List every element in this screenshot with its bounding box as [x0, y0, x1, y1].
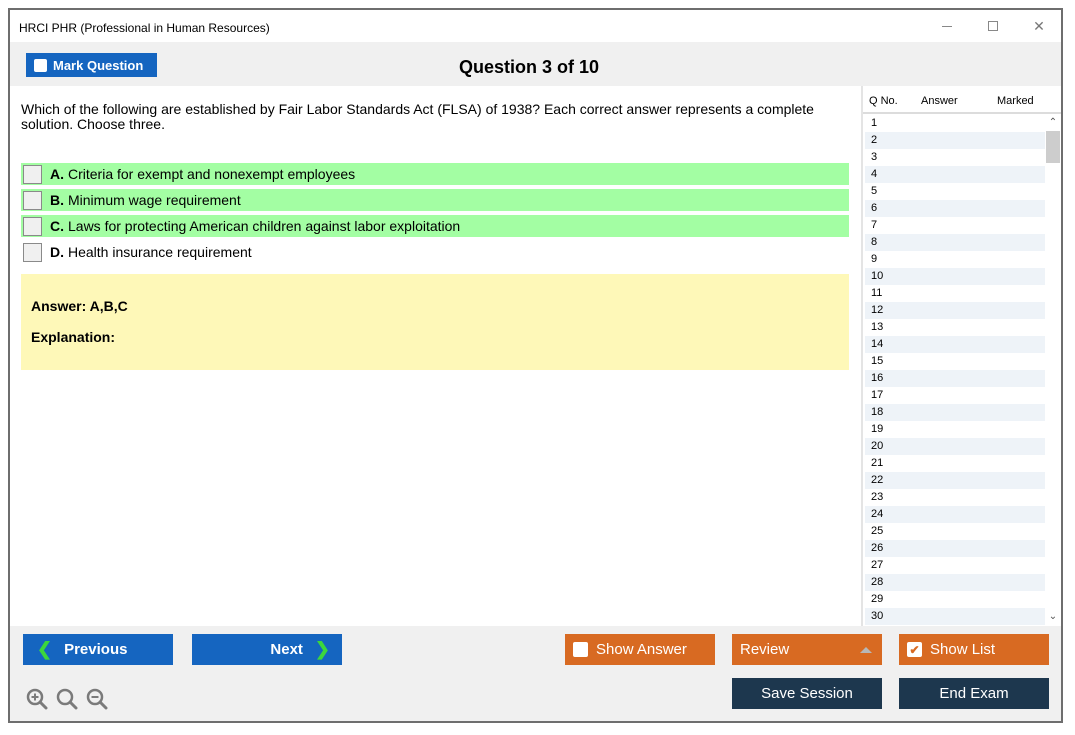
question-list-row[interactable]: 27 — [865, 557, 1045, 574]
question-text: Which of the following are established b… — [21, 101, 814, 132]
caret-up-icon — [860, 646, 872, 653]
question-list-row[interactable]: 14 — [865, 336, 1045, 353]
question-list-row[interactable]: 11 — [865, 285, 1045, 302]
chevron-left-icon: ❮ — [37, 639, 53, 659]
scroll-thumb[interactable] — [1046, 131, 1060, 163]
question-counter: Question 3 of 10 — [459, 57, 600, 77]
show-answer-label: Show Answer — [596, 641, 687, 658]
question-list-row[interactable]: 29 — [865, 591, 1045, 608]
show-answer-toggle[interactable]: Show Answer — [565, 634, 715, 665]
question-list-rows: 1 2 3 4 5 6 7 8 9 10 11 12 13 14 15 16 17 18 19 20 21 22 23 24 2… — [865, 115, 1045, 625]
scroll-down-arrow-icon[interactable]: ⌄ — [1045, 609, 1061, 625]
question-panel: Which of the following are established b… — [10, 86, 861, 626]
zoom-controls — [26, 688, 108, 710]
question-list-row[interactable]: 6 — [865, 200, 1045, 217]
option-text: Laws for protecting American children ag… — [68, 218, 461, 234]
save-session-label: Save Session — [761, 685, 853, 702]
zoom-in-icon[interactable] — [26, 688, 48, 710]
question-list-row[interactable]: 16 — [865, 370, 1045, 387]
question-list-row[interactable]: 4 — [865, 166, 1045, 183]
mark-question-button[interactable]: Mark Question — [26, 53, 157, 77]
zoom-out-icon[interactable] — [86, 688, 108, 710]
question-list-row[interactable]: 20 — [865, 438, 1045, 455]
question-list-row[interactable]: 25 — [865, 523, 1045, 540]
option-a-checkbox[interactable] — [23, 164, 42, 184]
question-list-row[interactable]: 10 — [865, 268, 1045, 285]
title-bar: HRCI PHR (Professional in Human Resource… — [10, 10, 1061, 42]
answer-label: Answer: A,B,C — [31, 298, 128, 314]
option-text: Minimum wage requirement — [68, 192, 241, 208]
question-list-row[interactable]: 3 — [865, 149, 1045, 166]
maximize-button[interactable] — [970, 14, 1016, 38]
show-list-label: Show List — [930, 641, 996, 658]
end-exam-button[interactable]: End Exam — [899, 678, 1049, 709]
minimize-button[interactable] — [924, 14, 970, 38]
option-letter: B. — [50, 192, 64, 208]
option-text: Health insurance requirement — [68, 244, 252, 260]
question-list-row[interactable]: 7 — [865, 217, 1045, 234]
mark-checkbox-icon — [34, 58, 47, 72]
review-label: Review — [740, 641, 790, 658]
show-list-checkbox-checked-icon: ✔ — [907, 642, 922, 657]
question-list-row[interactable]: 1 — [865, 115, 1045, 132]
question-list-row[interactable]: 19 — [865, 421, 1045, 438]
header-marked: Marked — [997, 95, 1034, 107]
chevron-right-icon: ❯ — [314, 639, 330, 659]
option-text: Criteria for exempt and nonexempt employ… — [68, 166, 356, 182]
question-list-row[interactable]: 30 — [865, 608, 1045, 625]
question-list-row[interactable]: 5 — [865, 183, 1045, 200]
question-list-row[interactable]: 21 — [865, 455, 1045, 472]
question-list-row[interactable]: 24 — [865, 506, 1045, 523]
header-answer: Answer — [921, 95, 958, 107]
review-dropdown[interactable]: Review — [732, 634, 882, 665]
question-list-row[interactable]: 17 — [865, 387, 1045, 404]
scroll-up-arrow-icon[interactable]: ⌃ — [1045, 115, 1061, 131]
next-label: Next — [270, 641, 303, 658]
previous-label: Previous — [64, 641, 128, 658]
option-letter: C. — [50, 218, 64, 234]
option-b[interactable]: B. Minimum wage requirement — [21, 189, 849, 211]
minimize-icon — [942, 25, 952, 27]
explanation-label: Explanation: — [31, 329, 116, 345]
question-list-row[interactable]: 23 — [865, 489, 1045, 506]
mark-question-label: Mark Question — [53, 57, 144, 73]
question-list-row[interactable]: 13 — [865, 319, 1045, 336]
option-c-checkbox[interactable] — [23, 216, 42, 236]
option-letter: D. — [50, 244, 64, 260]
question-list-scrollbar[interactable]: ⌃ ⌄ — [1045, 115, 1061, 625]
window-title: HRCI PHR (Professional in Human Resource… — [19, 21, 270, 35]
question-list-row[interactable]: 26 — [865, 540, 1045, 557]
question-list-row[interactable]: 12 — [865, 302, 1045, 319]
question-list-row[interactable]: 18 — [865, 404, 1045, 421]
previous-button[interactable]: ❮ Previous — [23, 634, 173, 665]
end-exam-label: End Exam — [939, 685, 1009, 702]
show-answer-checkbox-icon — [573, 642, 588, 657]
question-list-row[interactable]: 9 — [865, 251, 1045, 268]
maximize-icon — [988, 21, 998, 31]
option-letter: A. — [50, 166, 64, 182]
next-button[interactable]: Next ❯ — [192, 634, 342, 665]
answer-explanation-box: Answer: A,B,C Explanation: — [21, 274, 849, 370]
question-list-row[interactable]: 22 — [865, 472, 1045, 489]
option-d-checkbox[interactable] — [23, 242, 42, 262]
question-list-row[interactable]: 15 — [865, 353, 1045, 370]
question-list-row[interactable]: 8 — [865, 234, 1045, 251]
close-button[interactable]: ✕ — [1016, 14, 1062, 38]
option-b-checkbox[interactable] — [23, 190, 42, 210]
question-list-row[interactable]: 28 — [865, 574, 1045, 591]
question-list: Q No. Answer Marked 1 2 3 4 5 6 7 8 9 10 11 12 13 14 1… — [861, 86, 1061, 626]
option-c[interactable]: C. Laws for protecting American children… — [21, 215, 849, 237]
zoom-reset-icon[interactable] — [56, 688, 78, 710]
header-q-no: Q No. — [869, 95, 898, 107]
show-list-toggle[interactable]: ✔ Show List — [899, 634, 1049, 665]
close-icon: ✕ — [1033, 17, 1045, 34]
app-window: HRCI PHR (Professional in Human Resource… — [8, 8, 1063, 723]
option-a[interactable]: A. Criteria for exempt and nonexempt emp… — [21, 163, 849, 185]
save-session-button[interactable]: Save Session — [732, 678, 882, 709]
question-list-row[interactable]: 2 — [865, 132, 1045, 149]
question-list-header: Q No. Answer Marked — [863, 86, 1061, 114]
option-d[interactable]: D. Health insurance requirement — [21, 241, 849, 263]
